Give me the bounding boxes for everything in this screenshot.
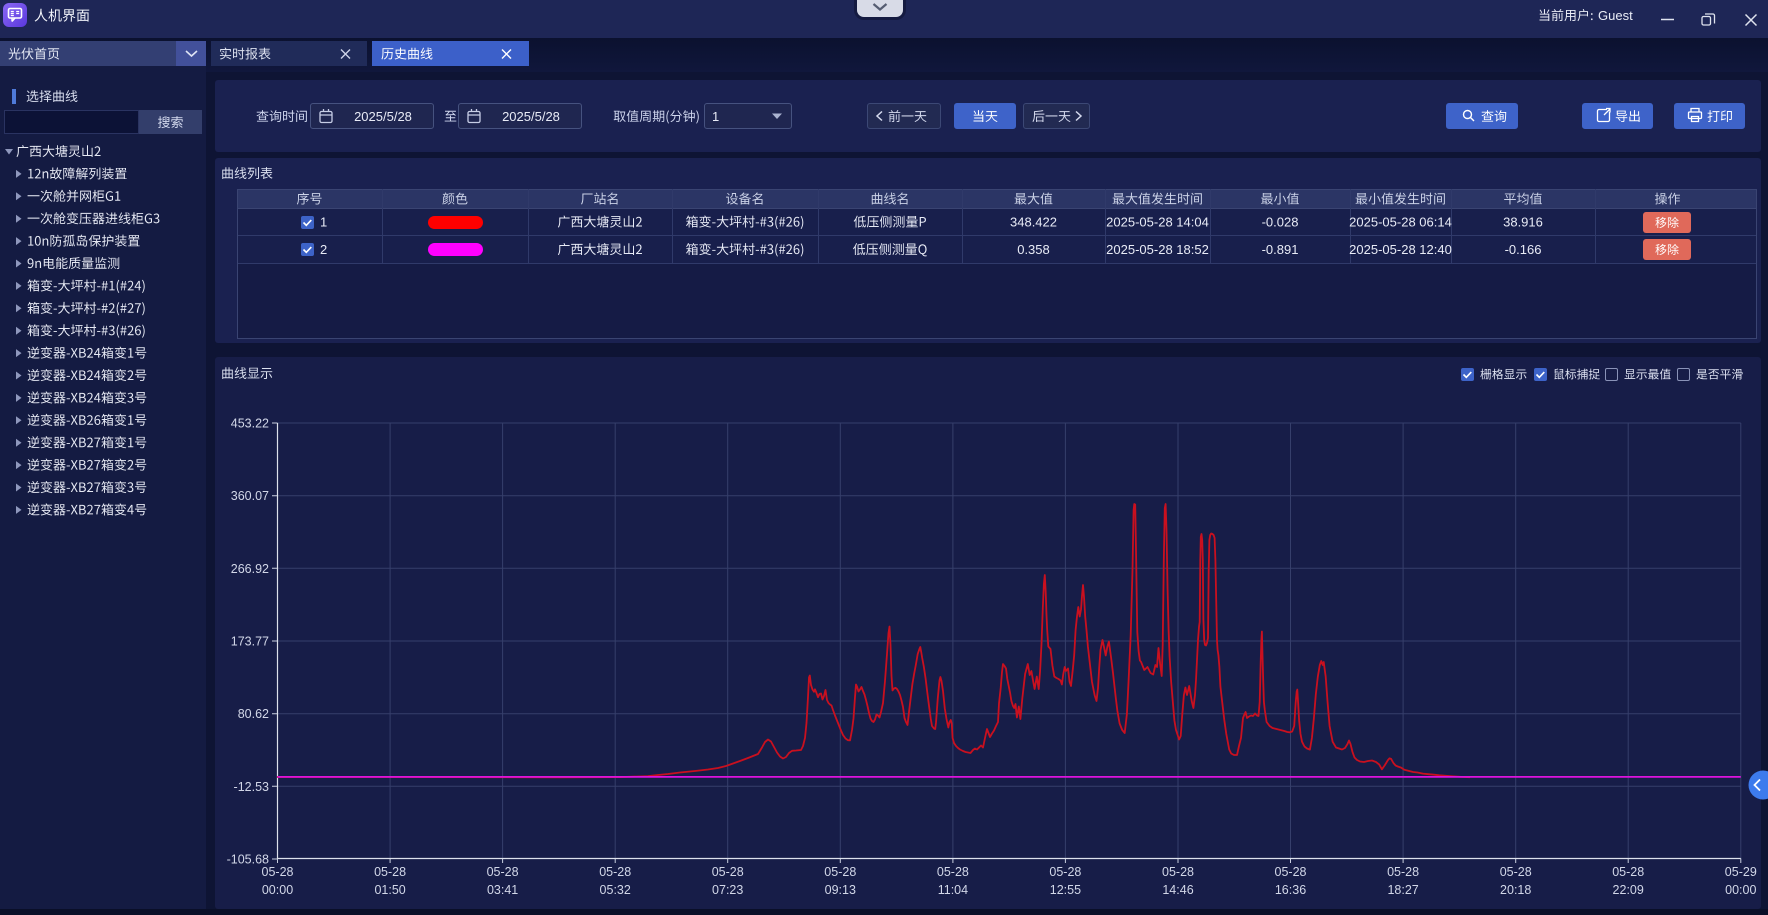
svg-text:360.07: 360.07 (231, 489, 269, 503)
svg-text:05-28: 05-28 (824, 865, 856, 879)
svg-text:05:32: 05:32 (600, 883, 631, 897)
svg-text:266.92: 266.92 (231, 562, 269, 576)
svg-text:05-28: 05-28 (1162, 865, 1194, 879)
svg-text:348.422: 348.422 (1010, 215, 1057, 230)
svg-text:05-29: 05-29 (1725, 865, 1757, 879)
svg-text:05-28: 05-28 (487, 865, 519, 879)
svg-text:05-28: 05-28 (1049, 865, 1081, 879)
svg-text:1: 1 (712, 109, 719, 124)
svg-text:05-28: 05-28 (599, 865, 631, 879)
svg-text:05-28: 05-28 (712, 865, 744, 879)
svg-text:01:50: 01:50 (374, 883, 405, 897)
svg-text:09:13: 09:13 (825, 883, 856, 897)
svg-text:05-28: 05-28 (262, 865, 294, 879)
svg-text:20:18: 20:18 (1500, 883, 1531, 897)
svg-text:05-28: 05-28 (1500, 865, 1532, 879)
svg-text:2: 2 (320, 242, 327, 257)
svg-text:Guest: Guest (1598, 8, 1633, 23)
svg-text:173.77: 173.77 (231, 635, 269, 649)
svg-text:00:00: 00:00 (1725, 883, 1756, 897)
svg-text:07:23: 07:23 (712, 883, 743, 897)
svg-text:03:41: 03:41 (487, 883, 518, 897)
svg-text:2025-05-28 12:40: 2025-05-28 12:40 (1349, 242, 1452, 257)
svg-text:00:00: 00:00 (262, 883, 293, 897)
svg-text:2025-05-28 14:04: 2025-05-28 14:04 (1106, 215, 1209, 230)
svg-text:14:46: 14:46 (1162, 883, 1193, 897)
svg-text:05-28: 05-28 (1612, 865, 1644, 879)
svg-text:38.916: 38.916 (1503, 215, 1543, 230)
svg-text:2025-05-28 18:52: 2025-05-28 18:52 (1106, 242, 1209, 257)
svg-text:05-28: 05-28 (1387, 865, 1419, 879)
svg-text:-12.53: -12.53 (234, 780, 269, 794)
svg-text:11:04: 11:04 (938, 883, 968, 897)
svg-text:16:36: 16:36 (1275, 883, 1306, 897)
svg-text:-0.028: -0.028 (1262, 215, 1299, 230)
svg-text:-0.166: -0.166 (1505, 242, 1542, 257)
svg-text:05-28: 05-28 (374, 865, 406, 879)
svg-text:1: 1 (320, 215, 327, 230)
svg-text:-0.891: -0.891 (1262, 242, 1299, 257)
svg-text:05-28: 05-28 (1275, 865, 1307, 879)
svg-text:22:09: 22:09 (1613, 883, 1644, 897)
svg-text:2025/5/28: 2025/5/28 (354, 109, 412, 124)
svg-text:80.62: 80.62 (238, 707, 269, 721)
svg-text:2025/5/28: 2025/5/28 (502, 109, 560, 124)
svg-text:0.358: 0.358 (1017, 242, 1050, 257)
svg-text:453.22: 453.22 (231, 417, 269, 431)
svg-text:18:27: 18:27 (1387, 883, 1418, 897)
svg-text:12:55: 12:55 (1050, 883, 1081, 897)
svg-text:2025-05-28 06:14: 2025-05-28 06:14 (1349, 215, 1452, 230)
svg-text:05-28: 05-28 (937, 865, 969, 879)
